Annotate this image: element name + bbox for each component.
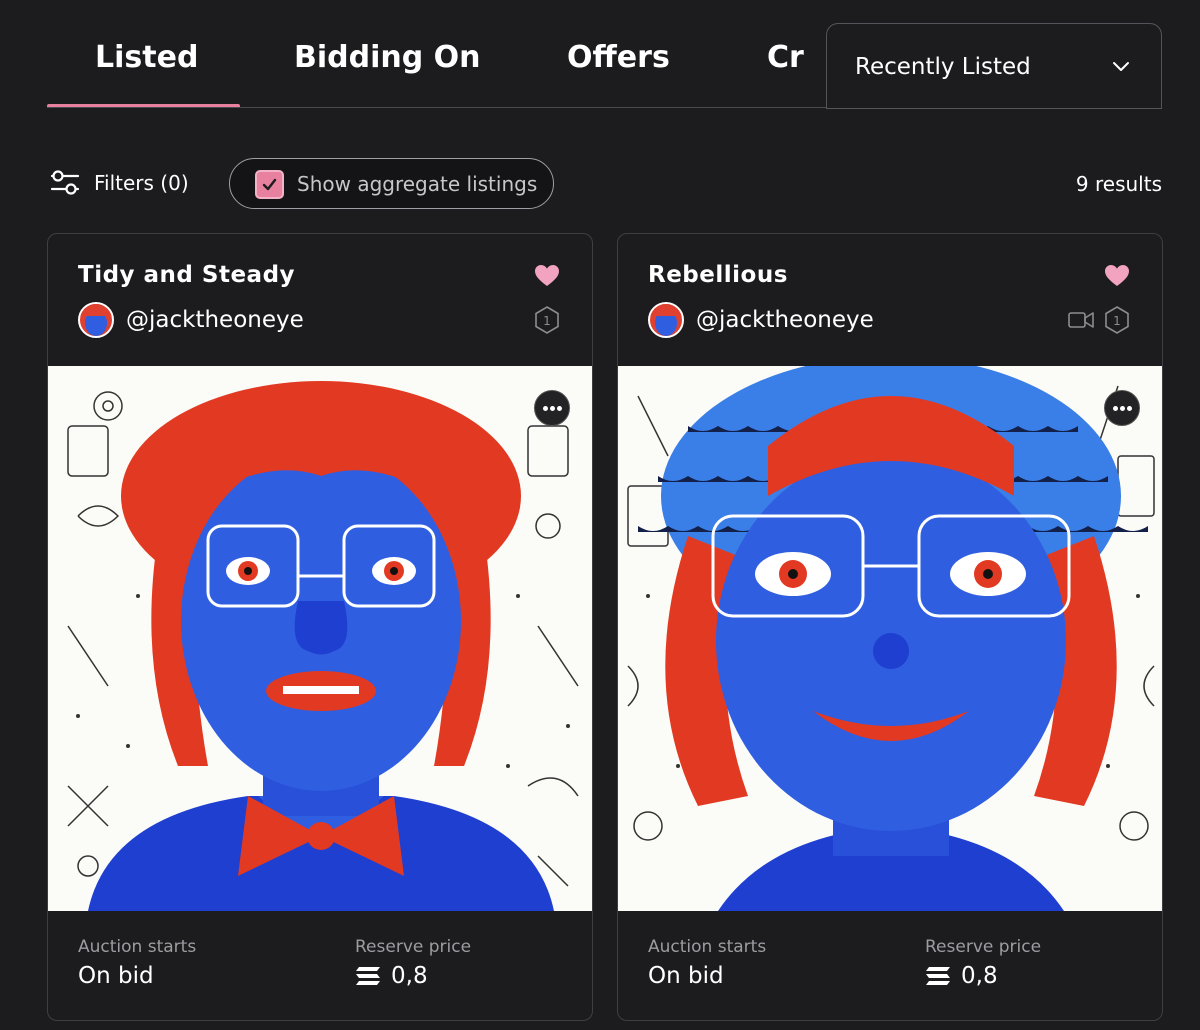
tab-listed[interactable]: Listed xyxy=(95,40,198,75)
card-title[interactable]: Tidy and Steady xyxy=(78,262,295,288)
aggregate-label: Show aggregate listings xyxy=(297,172,538,196)
chevron-down-icon xyxy=(1113,62,1129,71)
reserve-value-text: 0,8 xyxy=(391,963,428,989)
filters-button[interactable]: Filters (0) xyxy=(50,168,189,198)
heart-icon[interactable] xyxy=(534,264,560,288)
nft-card[interactable]: Tidy and Steady @jacktheoneye 1 Auction … xyxy=(47,233,593,1021)
solana-icon xyxy=(926,967,950,985)
more-options-button[interactable] xyxy=(1104,390,1140,426)
edition-number: 1 xyxy=(543,314,551,328)
tab-created[interactable]: Cr xyxy=(767,40,804,75)
filters-label: Filters (0) xyxy=(94,171,189,195)
sort-dropdown[interactable]: Recently Listed xyxy=(826,23,1162,109)
reserve-label: Reserve price xyxy=(355,937,472,957)
aggregate-listings-toggle[interactable]: Show aggregate listings xyxy=(229,158,554,209)
sliders-icon xyxy=(50,170,80,195)
tab-bidding-on[interactable]: Bidding On xyxy=(294,40,481,75)
tab-offers[interactable]: Offers xyxy=(567,40,670,75)
solana-icon xyxy=(356,967,380,985)
auction-label: Auction starts xyxy=(648,937,767,957)
creator-link[interactable]: @jacktheoneye xyxy=(648,302,874,338)
auction-value: On bid xyxy=(648,963,724,989)
artwork-image[interactable] xyxy=(48,366,592,911)
creator-name: @jacktheoneye xyxy=(696,307,874,333)
results-count: 9 results xyxy=(1075,172,1162,196)
creator-name: @jacktheoneye xyxy=(126,307,304,333)
active-tab-indicator xyxy=(47,104,240,107)
aggregate-checkbox[interactable] xyxy=(255,170,284,199)
divider xyxy=(826,108,1162,109)
avatar xyxy=(78,302,114,338)
edition-badge-icon: 1 xyxy=(535,306,559,334)
auction-label: Auction starts xyxy=(78,937,197,957)
heart-icon[interactable] xyxy=(1104,264,1130,288)
more-options-button[interactable] xyxy=(534,390,570,426)
tab-bar: Listed Bidding On Offers Cr xyxy=(47,0,827,108)
reserve-value: 0,8 xyxy=(355,963,428,989)
edition-badge-icon: 1 xyxy=(1105,306,1129,334)
portrait-illustration xyxy=(67,381,579,911)
avatar xyxy=(648,302,684,338)
auction-value: On bid xyxy=(78,963,154,989)
checkmark-icon xyxy=(262,178,277,191)
reserve-value: 0,8 xyxy=(925,963,998,989)
sort-dropdown-label: Recently Listed xyxy=(855,54,1031,80)
auction-value-text: On bid xyxy=(648,963,724,989)
artwork-image[interactable] xyxy=(618,366,1162,911)
reserve-value-text: 0,8 xyxy=(961,963,998,989)
edition-number: 1 xyxy=(1113,314,1121,328)
card-title[interactable]: Rebellious xyxy=(648,262,788,288)
creator-link[interactable]: @jacktheoneye xyxy=(78,302,304,338)
auction-value-text: On bid xyxy=(78,963,154,989)
video-camera-icon xyxy=(1068,312,1094,328)
portrait-illustration xyxy=(627,366,1155,911)
reserve-label: Reserve price xyxy=(925,937,1042,957)
nft-card[interactable]: Rebellious @jacktheoneye 1 Auction start… xyxy=(617,233,1163,1021)
